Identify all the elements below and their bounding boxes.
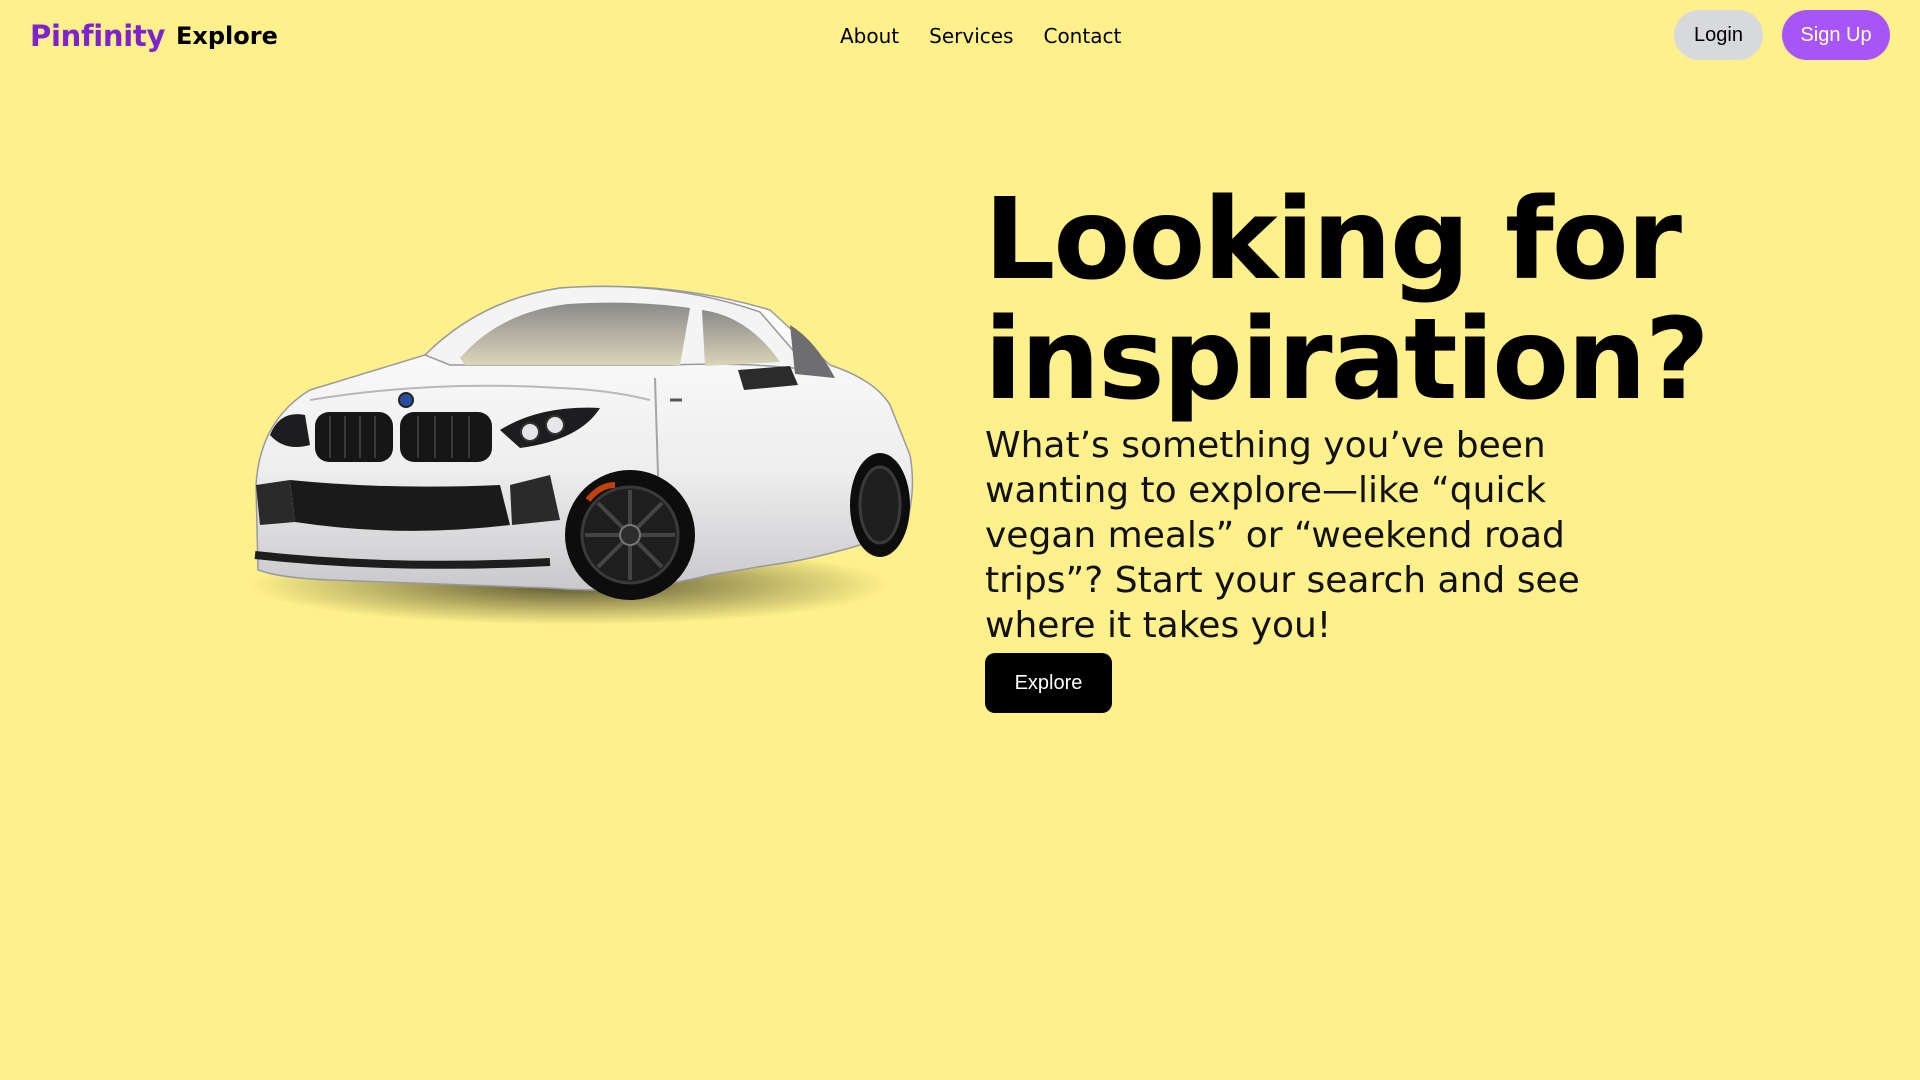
hero-car-image bbox=[250, 285, 914, 625]
nav-explore-link[interactable]: Explore bbox=[176, 16, 278, 56]
nav-link-services[interactable]: Services bbox=[929, 16, 1013, 56]
hero-title: Looking for inspiration? bbox=[984, 180, 1710, 420]
hero-subtitle: What’s something you’ve been wanting to … bbox=[985, 425, 1580, 646]
hero-explore-button[interactable]: Explore bbox=[985, 653, 1112, 713]
nav-links: About Services Contact bbox=[840, 16, 1121, 56]
brand-logo[interactable]: Pinfinity bbox=[30, 16, 165, 56]
nav-link-about[interactable]: About bbox=[840, 16, 899, 56]
signup-button[interactable]: Sign Up bbox=[1782, 10, 1890, 60]
hero-title-line-1: Looking for bbox=[984, 175, 1682, 305]
nav-link-contact[interactable]: Contact bbox=[1043, 16, 1121, 56]
login-button[interactable]: Login bbox=[1674, 10, 1763, 60]
page: Pinfinity Explore About Services Contact… bbox=[0, 0, 1920, 1080]
hero-title-line-2: inspiration? bbox=[984, 295, 1710, 425]
navbar: Pinfinity Explore About Services Contact… bbox=[0, 0, 1920, 72]
